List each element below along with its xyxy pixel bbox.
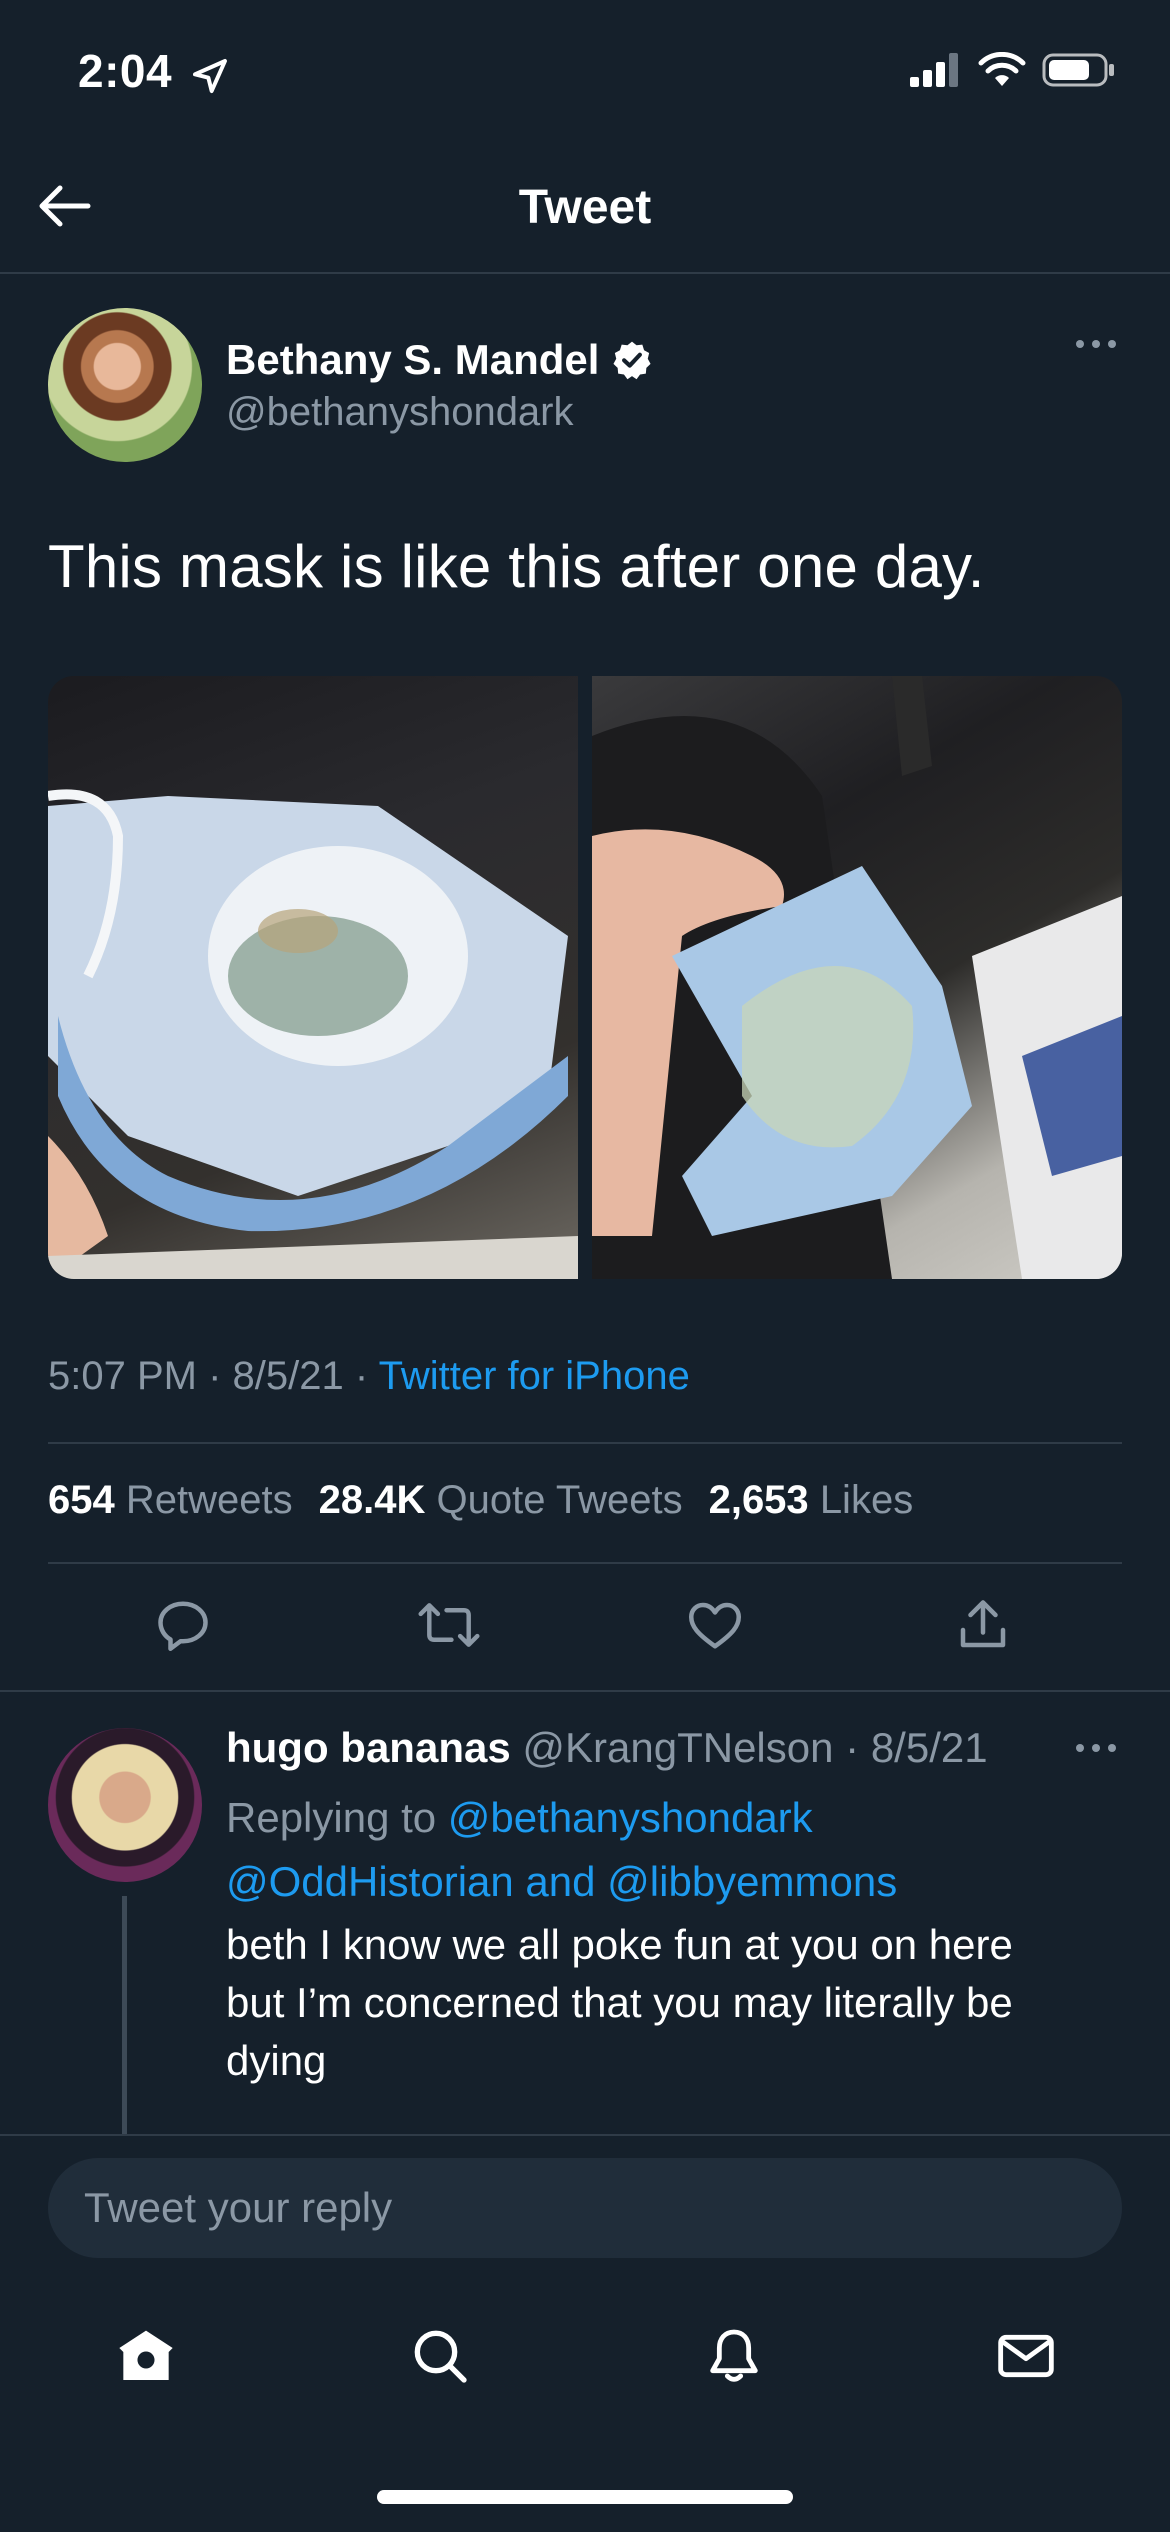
tweet-stats: 654 Retweets 28.4K Quote Tweets 2,653 Li… <box>48 1478 913 1523</box>
quotes-label: Quote Tweets <box>436 1478 683 1522</box>
reply-author-handle[interactable]: @KrangTNelson <box>522 1724 833 1771</box>
tweet-image-2[interactable] <box>592 676 1122 1279</box>
tab-search[interactable] <box>400 2316 480 2396</box>
like-icon <box>689 1602 741 1649</box>
actions-divider <box>0 1690 1170 1692</box>
likes-count: 2,653 <box>708 1478 809 1522</box>
retweets-count: 654 <box>48 1478 115 1522</box>
reply-text-line: but I’m concerned that you may literally… <box>226 1979 1013 2026</box>
stats-divider-top <box>48 1442 1122 1444</box>
status-time: 2:04 <box>78 45 173 97</box>
reply-avatar[interactable] <box>48 1728 202 1882</box>
reply-separator: · <box>845 1724 871 1771</box>
retweets-stat[interactable]: 654 Retweets <box>48 1478 293 1523</box>
author-name[interactable]: Bethany S. Mandel <box>226 336 599 384</box>
meta-separator: · <box>208 1354 233 1398</box>
author-handle[interactable]: @bethanyshondark <box>226 390 574 435</box>
tab-home[interactable] <box>106 2316 186 2396</box>
bell-icon <box>710 2329 758 2382</box>
replying-to-user-3[interactable]: @libbyemmons <box>607 1858 897 1905</box>
status-icons <box>910 52 1116 88</box>
tweet-more-button[interactable] <box>1076 340 1116 348</box>
tweet-date: 8/5/21 <box>232 1354 344 1398</box>
author-avatar[interactable] <box>48 308 202 462</box>
location-arrow-icon <box>190 56 230 96</box>
page-title: Tweet <box>518 181 652 234</box>
share-icon <box>960 1600 1006 1648</box>
replying-to: Replying to @bethanyshondark @OddHistori… <box>226 1786 897 1914</box>
verified-badge-icon <box>613 341 651 380</box>
home-indicator <box>377 2490 793 2504</box>
wifi-icon <box>978 52 1026 86</box>
tweet-text: This mask is like this after one day. <box>48 533 985 600</box>
reply-more-button[interactable] <box>1076 1744 1116 1752</box>
reply-icon <box>158 1601 208 1651</box>
thread-line <box>122 1896 127 2136</box>
search-icon <box>414 2330 467 2383</box>
battery-icon <box>1042 53 1114 87</box>
retweet-icon <box>418 1603 480 1647</box>
likes-stat[interactable]: 2,653 Likes <box>709 1478 914 1523</box>
reply-header: hugo bananas @KrangTNelson · 8/5/21 <box>226 1724 988 1772</box>
meta-separator: · <box>354 1354 379 1398</box>
like-button[interactable] <box>680 1590 750 1660</box>
more-icon <box>1076 340 1116 348</box>
reply-date: 8/5/21 <box>870 1724 988 1771</box>
signal-icon <box>910 53 958 87</box>
tweet-meta: 5:07 PM · 8/5/21 · Twitter for iPhone <box>48 1354 690 1399</box>
mail-icon <box>998 2334 1054 2378</box>
quote-tweets-stat[interactable]: 28.4K Quote Tweets <box>319 1478 683 1523</box>
retweet-button[interactable] <box>414 1590 484 1660</box>
header-divider <box>0 272 1170 274</box>
tweet-source-link[interactable]: Twitter for iPhone <box>379 1354 690 1398</box>
reply-author-name[interactable]: hugo bananas <box>226 1724 511 1771</box>
tab-notifications[interactable] <box>694 2316 774 2396</box>
replying-to-user-1[interactable]: @bethanyshondark <box>448 1794 813 1841</box>
tweet-image-1[interactable] <box>48 676 578 1279</box>
tab-messages[interactable] <box>986 2316 1066 2396</box>
home-icon <box>119 2330 173 2380</box>
author-name-row[interactable]: Bethany S. Mandel <box>226 336 653 384</box>
share-button[interactable] <box>948 1590 1018 1660</box>
replying-to-and: and <box>525 1858 596 1905</box>
stats-divider-bottom <box>48 1562 1122 1564</box>
replying-to-prefix: Replying to <box>226 1794 437 1841</box>
reply-button[interactable] <box>148 1590 218 1660</box>
reply-text-line: beth I know we all poke fun at you on he… <box>226 1921 1013 1968</box>
reply-text-line: dying <box>226 2037 327 2084</box>
reply-composer-placeholder: Tweet your reply <box>84 2184 393 2231</box>
reply-text: beth I know we all poke fun at you on he… <box>226 1916 1106 2090</box>
tweet-actions <box>0 1590 1170 1670</box>
replying-to-user-2[interactable]: @OddHistorian <box>226 1858 514 1905</box>
likes-label: Likes <box>819 1478 914 1522</box>
more-icon <box>1076 1744 1116 1752</box>
reply-composer[interactable]: Tweet your reply <box>48 2158 1122 2258</box>
tweet-time: 5:07 PM <box>48 1354 197 1398</box>
quotes-count: 28.4K <box>318 1478 426 1522</box>
retweets-label: Retweets <box>125 1478 293 1522</box>
